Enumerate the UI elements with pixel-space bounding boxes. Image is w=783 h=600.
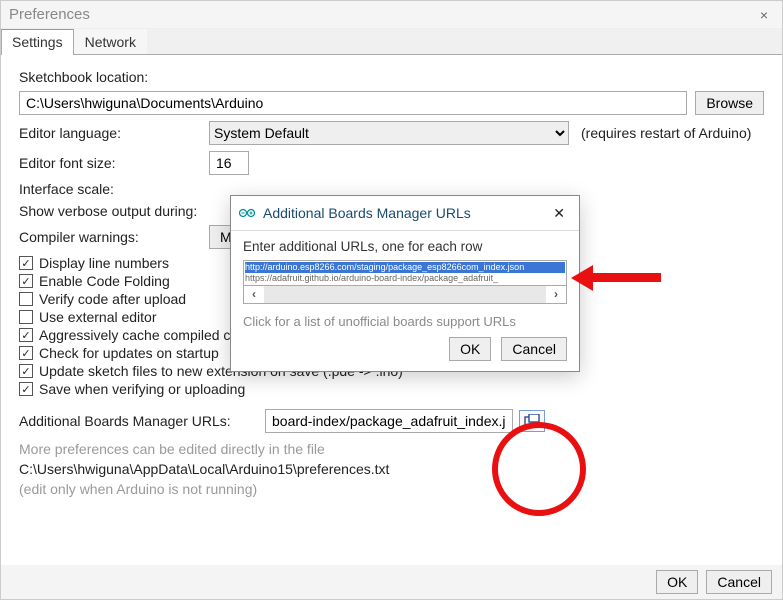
lbl-code-folding: Enable Code Folding [39, 273, 170, 289]
restart-note: (requires restart of Arduino) [581, 125, 751, 141]
scroll-right-button[interactable]: › [546, 287, 566, 301]
editor-language-label: Editor language: [19, 125, 209, 141]
abm-dialog: Additional Boards Manager URLs ✕ Enter a… [230, 195, 580, 372]
sketchbook-input[interactable] [19, 91, 687, 115]
chk-save-verify[interactable] [19, 382, 33, 396]
dialog-title: Additional Boards Manager URLs [263, 205, 539, 221]
main-ok-button[interactable]: OK [656, 570, 698, 594]
interface-scale-label: Interface scale: [19, 181, 209, 197]
scroll-left-button[interactable]: ‹ [244, 287, 264, 301]
window-close-button[interactable]: × [754, 5, 774, 25]
main-cancel-button[interactable]: Cancel [706, 570, 772, 594]
verbose-label: Show verbose output during: [19, 203, 241, 219]
expand-icon [524, 414, 540, 428]
tabs: Settings Network [1, 29, 782, 55]
browse-button[interactable]: Browse [695, 91, 764, 115]
chk-check-updates[interactable] [19, 346, 33, 360]
tab-settings[interactable]: Settings [1, 29, 74, 55]
abm-expand-button[interactable] [519, 410, 545, 432]
dialog-url-textarea[interactable]: http://arduino.esp8266.com/staging/packa… [243, 260, 567, 286]
dialog-button-row: OK Cancel [243, 337, 567, 361]
prefs-file-path: C:\Users\hwiguna\AppData\Local\Arduino15… [19, 461, 764, 477]
dialog-ok-button[interactable]: OK [449, 337, 491, 361]
dialog-hint-link[interactable]: Click for a list of unofficial boards su… [243, 314, 567, 329]
dialog-header: Additional Boards Manager URLs ✕ [231, 196, 579, 230]
dialog-cancel-button[interactable]: Cancel [501, 337, 567, 361]
titlebar: Preferences × [1, 1, 782, 29]
lbl-check-updates: Check for updates on startup [39, 345, 219, 361]
chk-aggressive-cache[interactable] [19, 328, 33, 342]
font-size-label: Editor font size: [19, 155, 209, 171]
dialog-close-button[interactable]: ✕ [547, 203, 571, 224]
compiler-warnings-label: Compiler warnings: [19, 229, 209, 245]
lbl-line-numbers: Display line numbers [39, 255, 169, 271]
lbl-save-verify: Save when verifying or uploading [39, 381, 245, 397]
chk-verify-upload[interactable] [19, 292, 33, 306]
footer-buttons: OK Cancel [1, 565, 782, 599]
tab-network[interactable]: Network [74, 29, 147, 54]
lbl-external-editor: Use external editor [39, 309, 157, 325]
chk-line-numbers[interactable] [19, 256, 33, 270]
dialog-body: Enter additional URLs, one for each row … [231, 230, 579, 371]
url-line: https://adafruit.github.io/arduino-board… [245, 273, 565, 284]
window-title: Preferences [9, 6, 754, 23]
more-prefs-note: More preferences can be edited directly … [19, 441, 764, 457]
lbl-aggressive-cache: Aggressively cache compiled c [39, 327, 230, 343]
url-line-selected: http://arduino.esp8266.com/staging/packa… [245, 262, 565, 273]
arduino-icon [239, 205, 255, 221]
chk-code-folding[interactable] [19, 274, 33, 288]
dialog-prompt: Enter additional URLs, one for each row [243, 239, 567, 254]
chk-external-editor[interactable] [19, 310, 33, 324]
font-size-input[interactable] [209, 151, 249, 175]
chk-update-ext[interactable] [19, 364, 33, 378]
edit-only-note: (edit only when Arduino is not running) [19, 481, 764, 497]
dialog-horizontal-scrollbar[interactable]: ‹ › [243, 286, 567, 304]
lbl-verify-upload: Verify code after upload [39, 291, 186, 307]
abm-urls-label: Additional Boards Manager URLs: [19, 413, 265, 429]
scroll-track[interactable] [264, 286, 546, 303]
editor-language-select[interactable]: System Default [209, 121, 569, 145]
sketchbook-label: Sketchbook location: [19, 69, 148, 85]
abm-urls-input[interactable] [265, 409, 513, 433]
